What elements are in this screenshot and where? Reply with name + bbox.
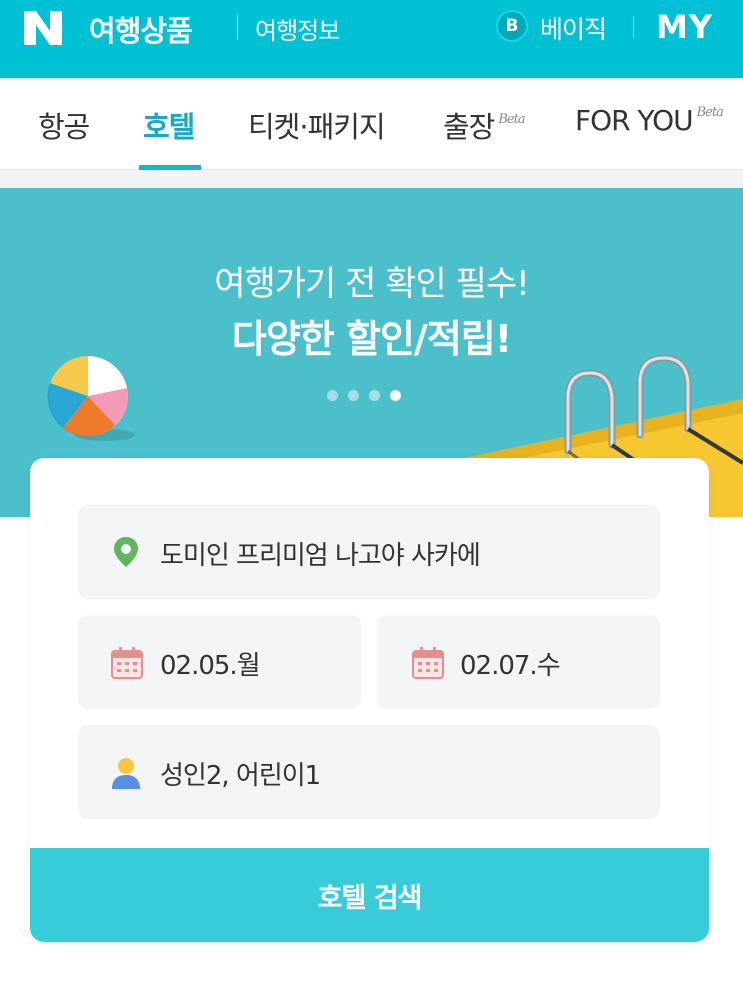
top-bar: 여행상품 여행정보 B 베이직 MY <box>0 0 743 78</box>
calendar-icon <box>111 647 143 679</box>
tab-label: 항공 <box>38 110 90 144</box>
person-icon <box>112 757 140 789</box>
guests-field[interactable]: 성인2, 어린이1 <box>78 725 660 819</box>
tab-flight[interactable]: 항공 <box>38 104 90 146</box>
travel-info-link[interactable]: 여행정보 <box>255 11 340 46</box>
carousel-dot[interactable] <box>327 390 338 401</box>
calendar-icon <box>412 647 444 679</box>
category-tabs: 항공 호텔 티켓·패키지 출장 Beta FOR YOU Beta <box>0 78 743 170</box>
tab-hotel[interactable]: 호텔 <box>143 104 195 146</box>
tab-for-you[interactable]: FOR YOU Beta <box>575 104 724 137</box>
carousel-dot[interactable] <box>369 390 380 401</box>
membership-label[interactable]: 베이직 <box>540 10 607 46</box>
beach-ball-icon <box>47 355 135 441</box>
checkin-date-value: 02.05.월 <box>160 651 261 681</box>
tab-business-trip[interactable]: 출장 Beta <box>443 104 526 146</box>
destination-value: 도미인 프리미엄 나고야 사카에 <box>160 541 481 571</box>
carousel-dot-active[interactable] <box>390 390 401 401</box>
section-spacer <box>0 170 743 188</box>
banner-headline: 여행가기 전 확인 필수! <box>214 264 530 304</box>
naver-logo-icon[interactable] <box>22 9 64 47</box>
carousel-dots <box>327 390 401 401</box>
divider <box>237 14 238 40</box>
guests-value: 성인2, 어린이1 <box>160 761 321 791</box>
divider <box>633 16 634 38</box>
my-page-button[interactable]: MY <box>656 8 713 46</box>
tab-label: FOR YOU <box>575 104 694 137</box>
tab-label: 출장 <box>443 110 495 144</box>
destination-field[interactable]: 도미인 프리미엄 나고야 사카에 <box>78 505 660 599</box>
brand-title[interactable]: 여행상품 <box>89 8 193 50</box>
tab-label: 티켓·패키지 <box>248 110 386 144</box>
tab-label: 호텔 <box>143 110 195 144</box>
tab-ticket-package[interactable]: 티켓·패키지 <box>248 104 386 146</box>
hotel-search-button[interactable]: 호텔 검색 <box>30 848 709 942</box>
checkout-date-value: 02.07.수 <box>460 651 561 681</box>
hotel-search-card: 도미인 프리미엄 나고야 사카에 02.05.월 02.07.수 성인2, 어린… <box>30 458 709 942</box>
membership-badge-icon[interactable]: B <box>496 10 528 42</box>
page: 여행상품 여행정보 B 베이직 MY 항공 호텔 티켓·패키지 출장 Beta F… <box>0 0 743 994</box>
beta-badge: Beta <box>696 105 724 120</box>
beta-badge: Beta <box>498 112 525 127</box>
checkin-date-field[interactable]: 02.05.월 <box>78 615 361 709</box>
map-pin-icon <box>114 537 138 567</box>
checkout-date-field[interactable]: 02.07.수 <box>377 615 660 709</box>
carousel-dot[interactable] <box>348 390 359 401</box>
